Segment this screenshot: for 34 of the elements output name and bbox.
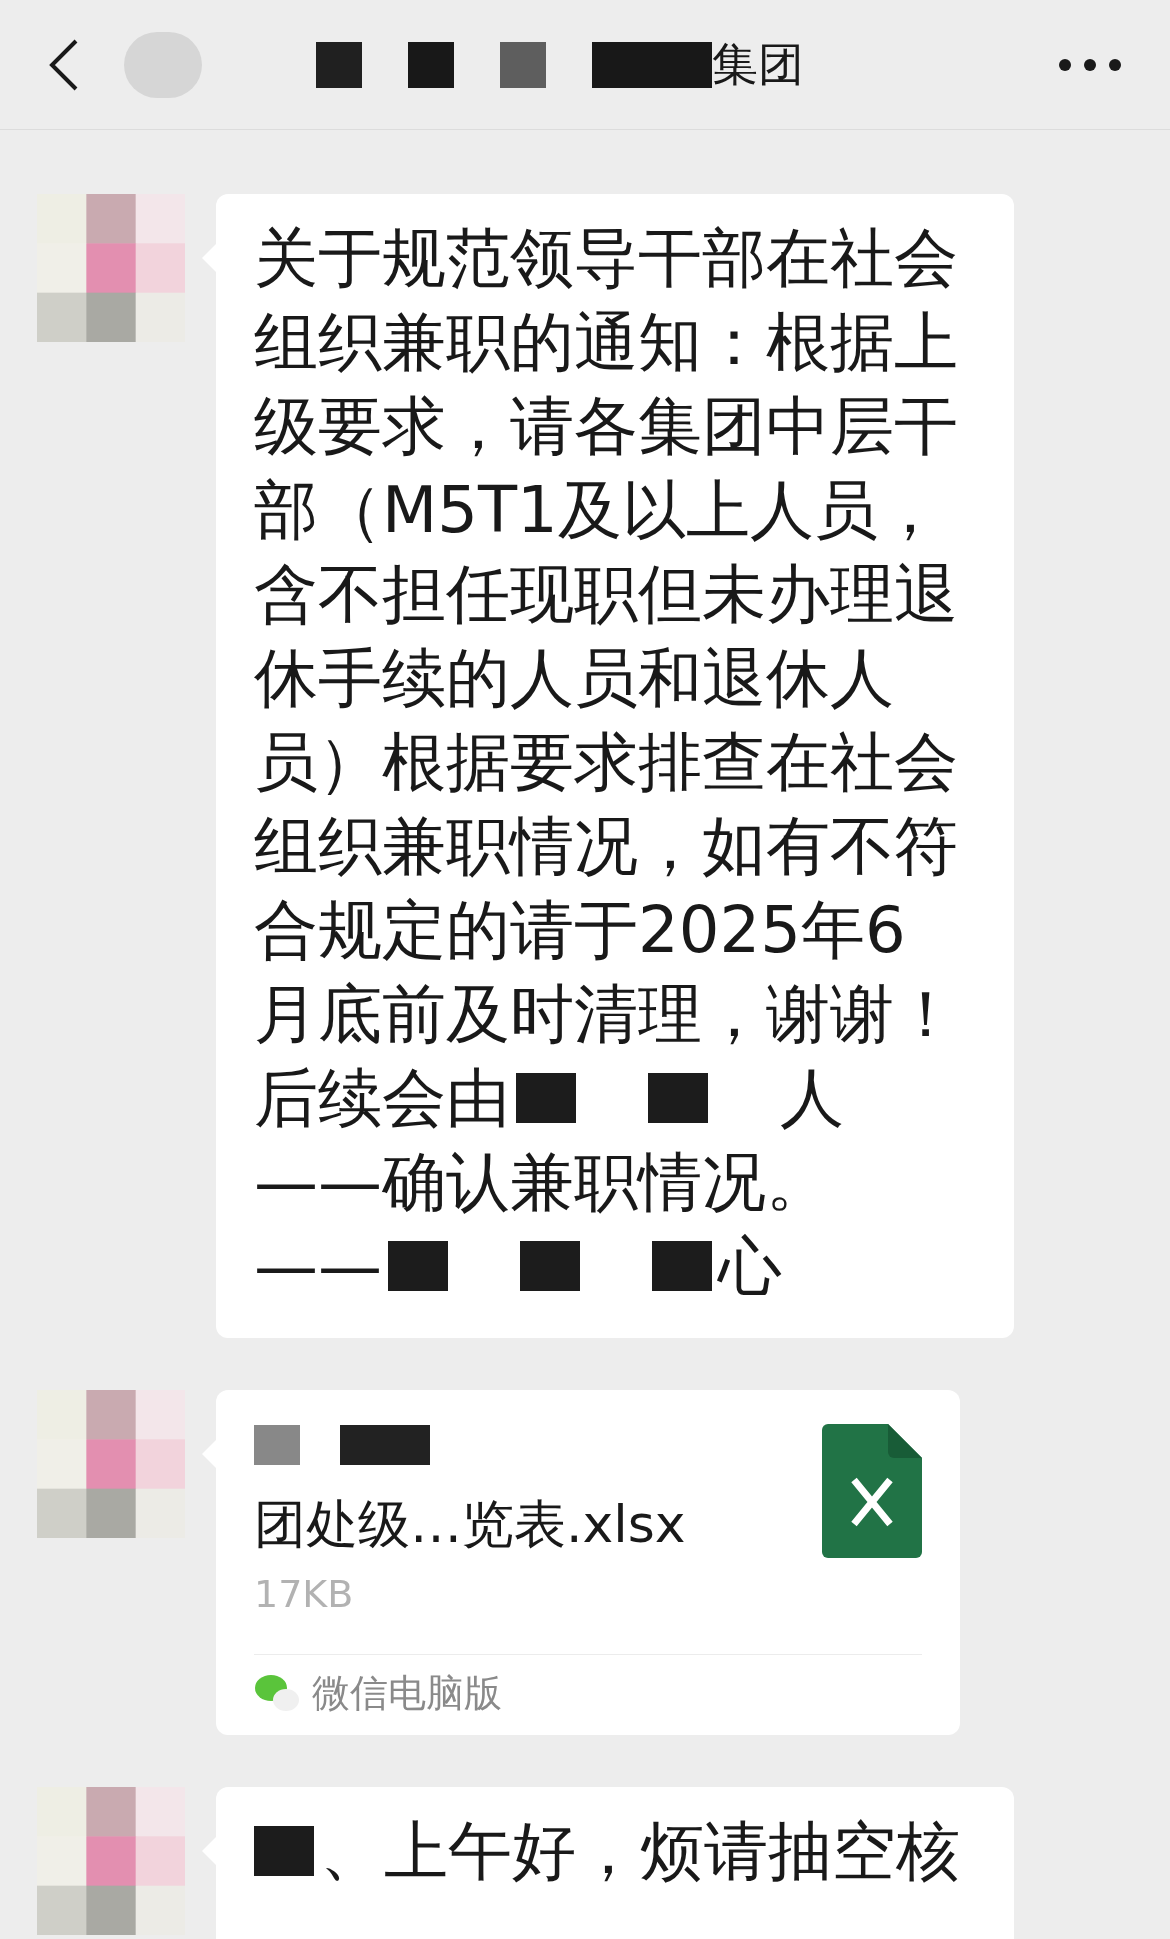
file-size: 17KB [254,1571,355,1618]
back-icon[interactable] [48,38,80,91]
redaction-block [648,1073,708,1123]
message-text: ——确认兼职情况。 [254,1144,830,1221]
message-text: 员）根据要求排查在社会 [254,724,958,801]
message-text: 级要求，请各集团中层干 [254,388,958,465]
message-text: 含不担任现职但未办理退 [254,556,958,633]
message-text: 合规定的请于2025年6 [254,892,906,969]
redaction-block [254,1826,314,1876]
chat-title: 集团 [712,36,804,93]
spreadsheet-file-icon [822,1424,922,1558]
redaction-block [500,41,546,88]
message-text: 心 [718,1228,782,1305]
more-icon[interactable] [1058,57,1122,72]
redaction-block [254,1425,300,1465]
message-text: 、上午好，烦请抽空核 [320,1813,960,1890]
redaction-block [388,1241,448,1291]
message-text: 人 [780,1060,844,1137]
message-text: 部（M5T1及以上人员， [254,472,942,549]
message-text: 组织兼职的通知：根据上 [254,304,958,381]
message-text: —— [254,1228,382,1305]
file-name: 团处级…览表.xlsx [254,1493,686,1556]
message-text: 后续会由 [254,1060,510,1137]
redaction-block [316,41,362,88]
source-label: 微信电脑版 [312,1670,502,1717]
redaction-block [652,1241,712,1291]
redaction-block [408,41,454,88]
message-text: 组织兼职情况，如有不符 [254,808,958,885]
redaction-block [516,1073,576,1123]
message-text: 月底前及时清理，谢谢！ [254,976,958,1053]
chat-bubbles-icon [254,1673,300,1713]
message-text: 休手续的人员和退休人 [254,640,894,717]
message-text: 关于规范领导干部在社会 [254,220,958,297]
redaction-block [520,1241,580,1291]
